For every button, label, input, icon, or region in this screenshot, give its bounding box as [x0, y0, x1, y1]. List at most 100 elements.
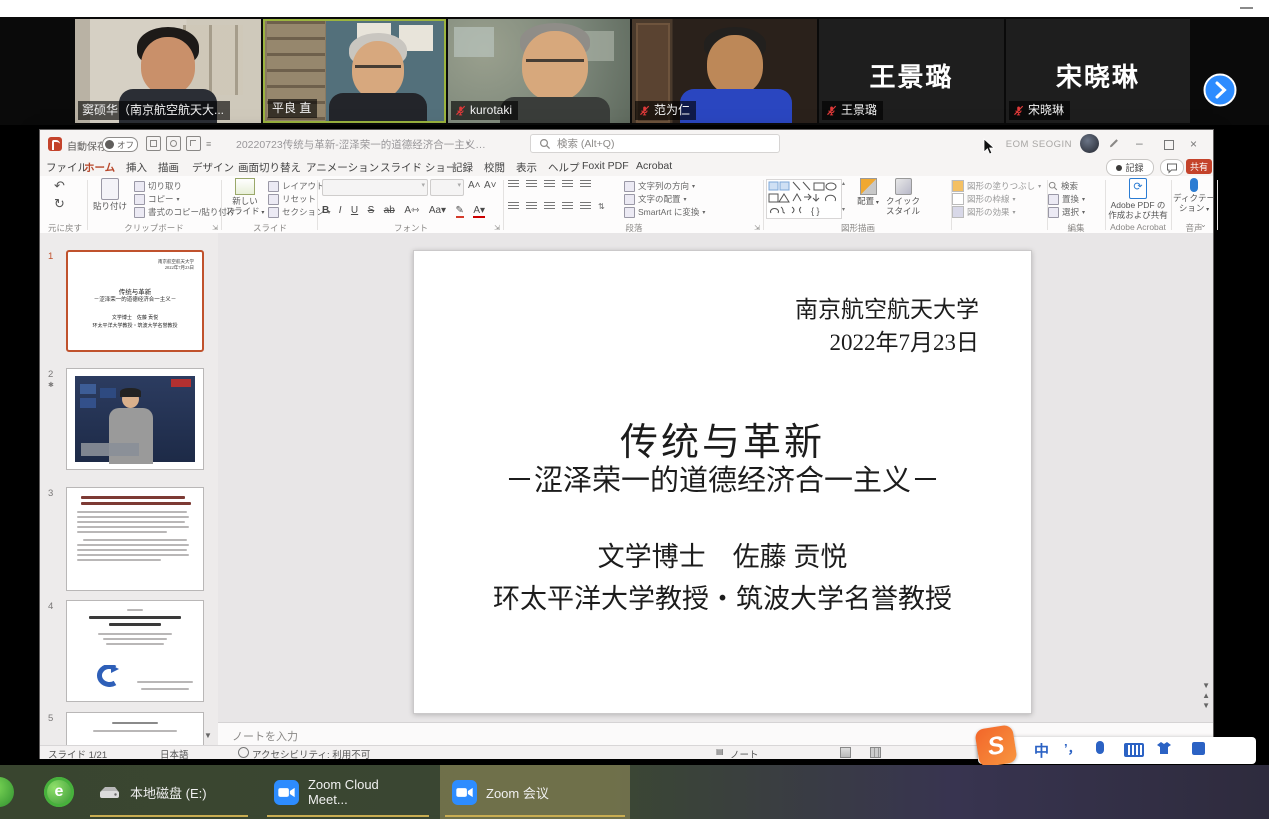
green-app-icon-partial[interactable] [0, 777, 14, 807]
shape-gallery[interactable]: { } [766, 179, 842, 219]
tab-insert[interactable]: 挿入 [126, 160, 147, 175]
reset-button[interactable]: リセット [268, 193, 316, 205]
align-center-icon[interactable] [526, 202, 537, 211]
slide-1-canvas[interactable]: 南京航空航天大学 2022年7月23日 传统与革新 －涩泽荣一的道德经济合一主义… [413, 250, 1032, 714]
notes-toggle-button[interactable]: ノート [730, 747, 759, 761]
slide-thumbnail-1-selected[interactable]: 南京航空航天大学2022年7月23日 传统与革新 －涩泽荣一的道德经济合一主义－… [66, 250, 204, 352]
shape-effects-button[interactable]: 図形の効果▾ [952, 206, 1016, 218]
title-chevron-icon[interactable]: ▾ [466, 139, 470, 148]
slide-subtitle[interactable]: －涩泽荣一的道德经济合一主义－ [414, 457, 1031, 499]
ime-toolbox-icon[interactable] [1192, 742, 1205, 755]
decrease-indent-icon[interactable] [544, 180, 555, 189]
green-browser-icon[interactable]: e [44, 777, 74, 807]
arrange-button[interactable]: 配置 ▾ [852, 178, 884, 209]
shape-gallery-scroll-up[interactable]: ▴ [842, 180, 845, 187]
shape-outline-button[interactable]: 図形の枠線▾ [952, 193, 1016, 205]
font-dialog-launcher[interactable]: ⇲ [494, 224, 500, 232]
new-slide-button[interactable]: 新しい スライド ▾ [224, 178, 266, 218]
quick-styles-button[interactable]: クイックスタイル [886, 178, 920, 216]
shape-fill-button[interactable]: 図形の塗りつぶし▾ [952, 180, 1041, 192]
clear-format-icon[interactable]: ab [384, 205, 395, 216]
bullets-icon[interactable] [508, 180, 519, 189]
window-close-button[interactable]: × [1190, 137, 1197, 151]
align-left-icon[interactable] [508, 202, 519, 211]
shrink-font-icon[interactable]: A˅ [484, 180, 497, 191]
normal-view-icon[interactable] [840, 747, 851, 761]
video-tile-participant-4[interactable]: 范为仁 [632, 19, 817, 123]
previous-slide-button[interactable]: ▲ [1202, 691, 1210, 700]
columns-icon[interactable] [580, 202, 591, 211]
strikethrough-button[interactable]: S [368, 205, 375, 216]
slide-org-date-block[interactable]: 南京航空航天大学 2022年7月23日 [795, 293, 979, 359]
shape-gallery-more[interactable]: ▾ [842, 206, 845, 213]
dictation-button[interactable]: ディクテーション ▾ [1172, 178, 1216, 215]
slide-author[interactable]: 文学博士 佐藤 贡悦 [414, 535, 1031, 574]
tab-design[interactable]: デザイン [192, 160, 234, 175]
ime-chinese-mode-icon[interactable]: 中 [1034, 740, 1049, 761]
slide-thumbnail-3[interactable] [66, 487, 204, 591]
underline-button[interactable]: U [351, 205, 358, 216]
window-minimize-button[interactable]: – [1136, 136, 1143, 150]
tab-foxit-pdf[interactable]: Foxit PDF [582, 160, 629, 172]
slide-thumbnail-4[interactable] [66, 600, 204, 702]
replace-button[interactable]: 置換▾ [1048, 193, 1085, 205]
increase-indent-icon[interactable] [562, 180, 573, 189]
tab-home[interactable]: ホーム [84, 160, 115, 175]
font-size-combo[interactable] [430, 179, 464, 196]
language-indicator[interactable]: 日本語 [160, 747, 189, 761]
line-spacing-icon[interactable] [580, 180, 591, 189]
taskbar-item-zoom-meeting-active[interactable]: Zoom 会议 [440, 765, 630, 819]
minimize-dash[interactable] [1240, 7, 1253, 9]
font-name-combo[interactable] [322, 179, 428, 196]
find-button[interactable]: 検索 [1048, 180, 1078, 192]
share-button[interactable]: 共有 [1186, 159, 1212, 174]
ime-skin-icon[interactable] [1156, 741, 1172, 755]
ime-voice-icon[interactable] [1096, 741, 1104, 754]
customize-qat-icon[interactable]: ≡ [206, 139, 211, 149]
window-maximize-button[interactable] [1164, 140, 1174, 150]
tab-view[interactable]: 表示 [516, 160, 537, 175]
toolbar-icon[interactable] [166, 136, 181, 151]
slide-sorter-view-icon[interactable] [870, 747, 881, 761]
thumbnail-scroll-down-arrow[interactable]: ▼ [204, 731, 212, 740]
slide-thumbnail-2[interactable] [66, 368, 204, 470]
tab-help[interactable]: ヘルプ [548, 160, 580, 175]
tab-transitions[interactable]: 画面切り替え [238, 160, 301, 175]
account-avatar[interactable] [1080, 134, 1099, 153]
font-color-icon[interactable]: A▾ [473, 205, 485, 218]
taskbar-item-local-disk[interactable]: 本地磁盘 (E:) [85, 765, 253, 819]
format-painter-button[interactable]: 書式のコピー/貼り付け [134, 206, 235, 218]
taskbar-item-zoom-cloud[interactable]: Zoom Cloud Meet... [262, 765, 434, 819]
pen-mode-icon[interactable] [1108, 137, 1120, 149]
grow-font-icon[interactable]: A˄ [468, 180, 481, 191]
slide-thumbnail-5-partial[interactable] [66, 712, 204, 745]
video-tile-participant-3[interactable]: kurotaki [448, 19, 630, 123]
video-tile-participant-6[interactable]: 宋晓琳 宋晓琳 [1006, 19, 1190, 123]
autosave-toggle[interactable]: オフ [102, 137, 138, 152]
adobe-pdf-button[interactable]: ⟳ Adobe PDF の作成および共有 [1108, 178, 1168, 220]
video-tile-participant-5[interactable]: 王景璐 王景璐 [819, 19, 1004, 123]
next-slide-button[interactable]: ▼ [1202, 701, 1210, 710]
copy-button[interactable]: コピー ▾ [134, 193, 180, 205]
tab-draw[interactable]: 描画 [158, 160, 179, 175]
bold-button[interactable]: B [322, 205, 329, 216]
character-spacing-icon[interactable]: A⇿ [404, 205, 419, 216]
tab-review[interactable]: 校閲 [484, 160, 505, 175]
undo-icon[interactable]: ↶ [54, 178, 65, 194]
scroll-down-arrow[interactable]: ▼ [1202, 681, 1210, 690]
smartart-button[interactable]: SmartArt に変換▾ [624, 206, 705, 218]
comments-button[interactable] [1160, 159, 1184, 176]
numbering-icon[interactable] [526, 180, 537, 189]
new-document-icon[interactable] [186, 136, 201, 151]
video-tile-participant-1[interactable]: 窦硕华（南京航空航天大... [75, 19, 261, 123]
tab-record[interactable]: 記録 [452, 160, 473, 175]
collapse-ribbon-chevron[interactable]: ⌄ [1200, 220, 1207, 229]
ime-punctuation-icon[interactable]: ’， [1064, 738, 1081, 757]
accessibility-status[interactable]: アクセシビリティ: 利用不可 [252, 747, 370, 761]
italic-button[interactable]: I [339, 205, 342, 216]
search-box[interactable]: 検索 (Alt+Q) [530, 134, 780, 153]
line-spacing-value[interactable]: ⇅ [598, 202, 605, 211]
justify-icon[interactable] [562, 202, 573, 211]
video-tile-participant-2-active-speaker[interactable]: 平良 直 [263, 19, 446, 123]
tab-animations[interactable]: アニメーション [306, 160, 379, 175]
